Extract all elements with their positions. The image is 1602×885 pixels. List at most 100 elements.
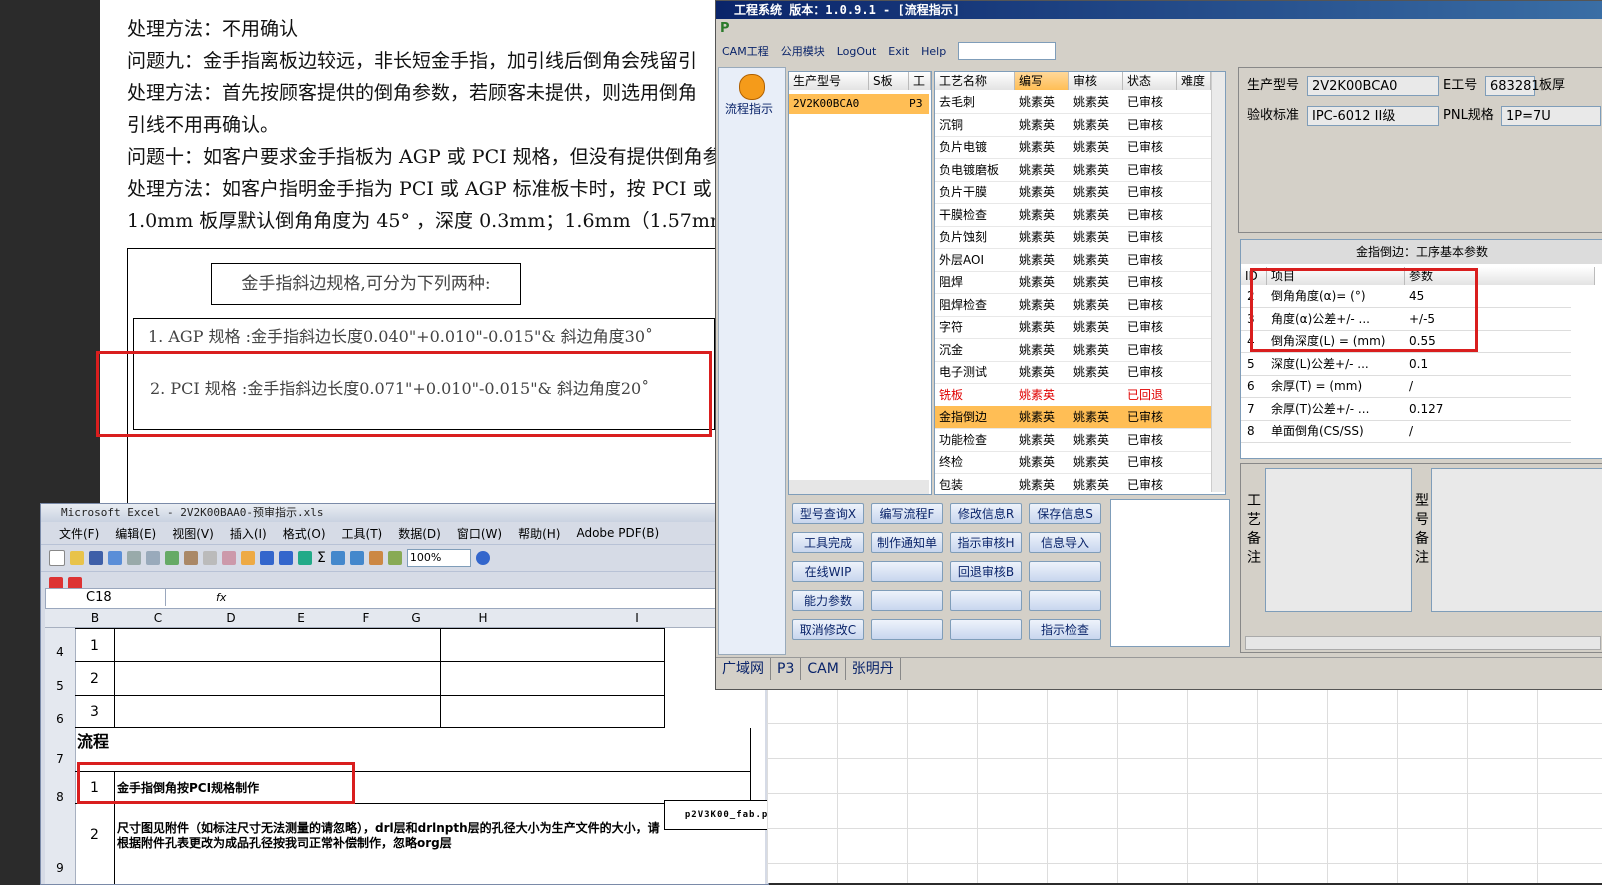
row-header[interactable]: 4 [45,628,76,663]
paste-icon[interactable] [222,551,236,565]
process-row[interactable]: 终检 姚素英 姚素英 已审核 [935,451,1211,474]
action-button[interactable]: 能力参数 [792,590,864,611]
menu-edit[interactable]: 编辑(E) [107,525,164,542]
menu-data[interactable]: 数据(D) [390,525,449,542]
action-button[interactable]: 指示审核H [950,532,1022,553]
name-box[interactable]: C18 [46,589,166,606]
process-row[interactable]: 外层AOI 姚素英 姚素英 已审核 [935,249,1211,272]
action-button[interactable]: 取消修改C [792,619,864,640]
action-button[interactable]: 制作通知单 [871,532,943,553]
empty-button[interactable] [950,590,1022,611]
process-row[interactable]: 铣板 姚素英 已回退 [935,384,1211,407]
col-difficulty[interactable]: 难度 [1177,72,1211,90]
menu-exit[interactable]: Exit [888,45,909,58]
cell-b6[interactable]: 3 [75,696,115,728]
cell-c6[interactable] [115,696,441,728]
print-preview-icon[interactable] [146,551,160,565]
process-row[interactable]: 字符 姚素英 姚素英 已审核 [935,316,1211,339]
process-row[interactable]: 负片蚀刻 姚素英 姚素英 已审核 [935,226,1211,249]
save-icon[interactable] [89,551,103,565]
process-row[interactable]: 金指倒边 姚素英 姚素英 已审核 [935,406,1211,429]
col-process[interactable]: 工艺名称 [935,72,1015,90]
empty-button[interactable] [871,619,943,640]
model-hscrollbar[interactable] [789,480,929,494]
process-row[interactable]: 负电镀磨板 姚素英 姚素英 已审核 [935,159,1211,182]
row-header[interactable]: 6 [45,696,76,729]
copy-icon[interactable] [203,551,217,565]
process-row[interactable]: 干膜检查 姚素英 姚素英 已审核 [935,204,1211,227]
param-row[interactable]: 5 深度(L)公差+/- ... 0.1 [1241,353,1571,376]
menu-logout[interactable]: LogOut [837,45,877,58]
hyperlink-icon[interactable] [298,551,312,565]
action-button[interactable]: 保存信息S [1029,503,1101,524]
chart-icon[interactable] [368,551,383,565]
help-icon[interactable] [475,551,490,565]
process-remark-box[interactable] [1265,468,1412,612]
menu-tools[interactable]: 工具(T) [334,525,391,542]
process-row[interactable]: 去毛刺 姚素英 姚素英 已审核 [935,91,1211,114]
empty-button[interactable] [871,590,943,611]
print-icon[interactable] [127,551,141,565]
model-field[interactable]: 2V2K00BCA0 [1307,76,1439,96]
sort-desc-icon[interactable] [349,551,364,565]
param-row[interactable]: 6 余厚(T) = (mm) / [1241,375,1571,398]
row-header[interactable]: 8 [45,772,76,805]
action-button[interactable]: 型号查询X [792,503,864,524]
process-row[interactable]: 包装 姚素英 姚素英 已审核 [935,474,1211,495]
process-row[interactable]: 阻焊 姚素英 姚素英 已审核 [935,271,1211,294]
cell-b9[interactable]: 2 [75,804,115,884]
cell-b4[interactable]: 1 [75,628,115,662]
col-reviewer[interactable]: 审核 [1069,72,1123,90]
col-header[interactable]: D [201,609,262,628]
row-header[interactable]: 7 [45,728,76,773]
cell-c5[interactable] [115,662,441,696]
empty-button[interactable] [1029,590,1101,611]
cell-c9[interactable]: 尺寸图见附件（如标注尺寸无法测量的请忽略），drl层和drlnpth层的孔径大小… [115,821,661,851]
action-button[interactable]: 指示检查 [1029,619,1101,640]
menu-adobe-pdf[interactable]: Adobe PDF(B) [568,526,667,540]
model-remark-box[interactable] [1431,468,1602,612]
action-button[interactable]: 信息导入 [1029,532,1101,553]
spreadsheet-grid[interactable]: B C D E F G H I J 4 5 6 7 8 9 1 2 3 流程 1… [45,609,768,884]
cell-h6[interactable] [441,696,665,728]
row-header[interactable]: 9 [45,804,76,884]
menu-insert[interactable]: 插入(I) [222,525,275,542]
empty-button[interactable] [871,561,943,582]
col-header[interactable]: G [391,609,442,628]
side-label[interactable]: 流程指示 [725,100,773,117]
sort-asc-icon[interactable] [330,551,345,565]
process-row[interactable]: 负片干膜 姚素英 姚素英 已审核 [935,181,1211,204]
menu-format[interactable]: 格式(O) [275,525,334,542]
menu-common[interactable]: 公用模块 [781,43,825,59]
remarks-hscrollbar[interactable] [1245,636,1601,650]
empty-button[interactable] [1029,561,1101,582]
menu-help[interactable]: 帮助(H) [510,525,568,542]
open-icon[interactable] [70,551,84,565]
drawing-icon[interactable] [387,551,402,565]
cut-icon[interactable] [184,551,198,565]
e-field[interactable]: 683281 [1485,76,1540,96]
menu-file[interactable]: 文件(F) [51,525,107,542]
fx-icon[interactable]: fx [216,589,226,606]
redo-icon[interactable] [279,551,293,565]
cell-c4[interactable] [115,628,441,662]
cell-h4[interactable] [441,628,665,662]
process-vscrollbar[interactable] [1211,72,1225,492]
zoom-select[interactable]: 100% [406,549,471,567]
cell-h5[interactable] [441,662,665,696]
flow-indicator-icon[interactable] [739,74,765,100]
undo-icon[interactable] [260,551,274,565]
cell-b5[interactable]: 2 [75,662,115,696]
action-button[interactable]: 修改信息R [950,503,1022,524]
action-button[interactable]: 在线WIP [792,561,864,582]
process-row[interactable]: 阻焊检查 姚素英 姚素英 已审核 [935,294,1211,317]
col-header[interactable]: C [115,609,202,628]
menu-help[interactable]: Help [921,45,946,58]
col-header[interactable]: F [341,609,392,628]
action-button[interactable]: 回退审核B [950,561,1022,582]
col-s[interactable]: S板 [869,72,909,90]
process-row[interactable]: 负片电镀 姚素英 姚素英 已审核 [935,136,1211,159]
process-row[interactable]: 沉铜 姚素英 姚素英 已审核 [935,114,1211,137]
col-model[interactable]: 生产型号 [789,72,869,90]
col-header[interactable]: E [261,609,342,628]
